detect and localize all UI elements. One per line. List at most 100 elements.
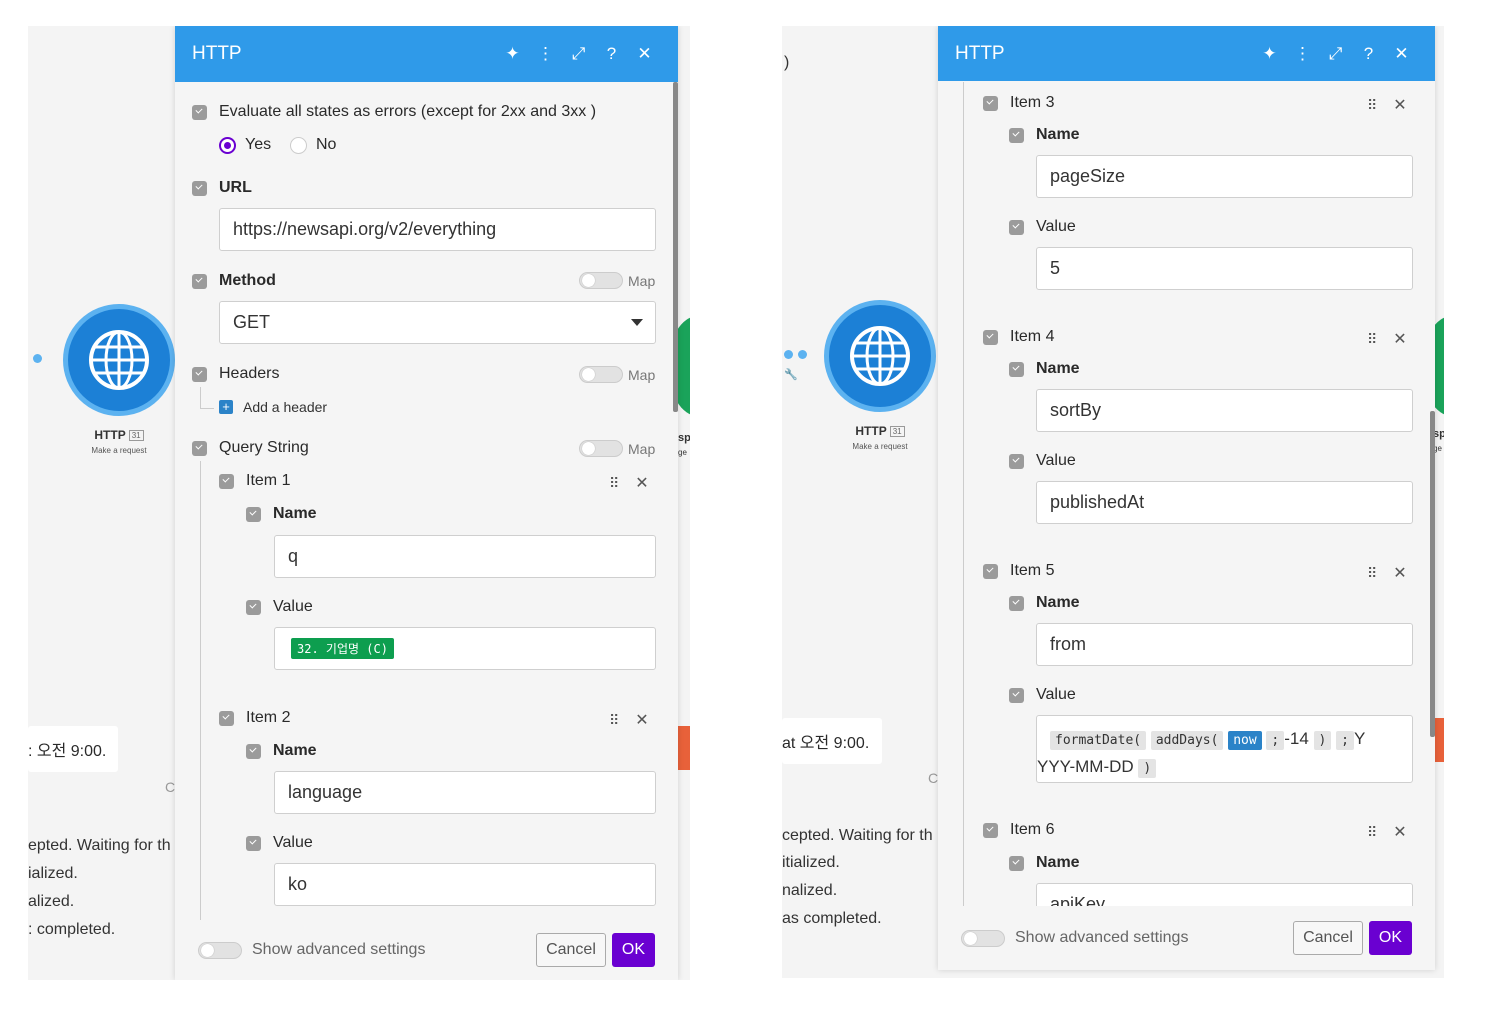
map-label: Map <box>628 440 656 457</box>
http-module-node[interactable] <box>63 304 175 416</box>
drag-grip-icon[interactable]: ⠿ <box>1367 565 1377 582</box>
item3-value-input[interactable]: 5 <box>1036 247 1413 290</box>
method-select[interactable]: GET <box>219 301 656 344</box>
item1-name-input[interactable]: q <box>274 535 656 578</box>
value-label: Value <box>1036 686 1076 703</box>
drag-grip-icon[interactable]: ⠿ <box>609 475 619 492</box>
collapse-checkbox[interactable] <box>219 473 234 489</box>
collapse-checkbox[interactable] <box>246 599 261 615</box>
scrollbar[interactable] <box>673 82 678 412</box>
formula-function[interactable]: addDays( <box>1150 731 1224 750</box>
advanced-settings-toggle[interactable] <box>961 929 1005 947</box>
formula-text: Y <box>1353 729 1366 748</box>
collapse-checkbox[interactable] <box>1009 687 1024 703</box>
scrollbar[interactable] <box>1430 411 1435 737</box>
collapse-checkbox[interactable] <box>192 440 207 456</box>
item1-value-input[interactable]: 32. 기업명 (C) <box>274 627 656 670</box>
collapse-checkbox[interactable] <box>1009 595 1024 611</box>
sparkle-icon[interactable]: ✦ <box>1253 44 1286 64</box>
cancel-button[interactable]: Cancel <box>536 933 606 967</box>
log-line: as completed. <box>782 910 882 927</box>
collapse-checkbox[interactable] <box>192 366 207 382</box>
wrench-icon[interactable]: 🔧 <box>784 368 798 381</box>
radio-no-button[interactable] <box>290 136 307 154</box>
sparkle-icon[interactable]: ✦ <box>496 44 529 64</box>
item1-row: Item 1 <box>219 472 290 490</box>
url-label: URL <box>219 179 252 196</box>
evaluate-errors-row[interactable]: Evaluate all states as errors (except fo… <box>192 103 596 121</box>
remove-icon[interactable]: ✕ <box>1393 329 1406 349</box>
collapse-checkbox[interactable] <box>219 710 234 726</box>
collapse-checkbox[interactable] <box>246 506 261 522</box>
close-icon[interactable]: ✕ <box>628 44 661 64</box>
collapse-checkbox[interactable] <box>983 822 998 838</box>
collapse-checkbox[interactable] <box>1009 127 1024 143</box>
advanced-settings-label: Show advanced settings <box>252 941 426 958</box>
query-map-toggle[interactable]: Map <box>579 440 655 457</box>
remove-icon[interactable]: ✕ <box>1393 563 1406 583</box>
item4-name-row: Name <box>1009 360 1080 378</box>
item4-value-input[interactable]: publishedAt <box>1036 481 1413 524</box>
drag-grip-icon[interactable]: ⠿ <box>1367 97 1377 114</box>
radio-yes-button[interactable] <box>219 136 236 154</box>
map-switch[interactable] <box>579 366 623 383</box>
item6-name-input[interactable]: apiKey <box>1036 883 1413 906</box>
query-string-row: Query String <box>192 439 309 457</box>
expand-icon[interactable]: ⤢ <box>1319 44 1352 64</box>
help-icon[interactable]: ? <box>1352 44 1385 64</box>
collapse-checkbox[interactable] <box>192 273 207 289</box>
collapse-checkbox[interactable] <box>1009 453 1024 469</box>
collapse-checkbox[interactable] <box>983 329 998 345</box>
headers-map-toggle[interactable]: Map <box>579 366 655 383</box>
drag-grip-icon[interactable]: ⠿ <box>1367 824 1377 841</box>
dialog-footer: Show advanced settings Cancel OK <box>938 906 1435 970</box>
ok-button[interactable]: OK <box>611 933 655 967</box>
collapse-checkbox[interactable] <box>983 95 998 111</box>
close-icon[interactable]: ✕ <box>1385 44 1418 64</box>
item5-name-input[interactable]: from <box>1036 623 1413 666</box>
formula-function[interactable]: formatDate( <box>1050 731 1147 750</box>
run-button-edge[interactable] <box>678 726 690 770</box>
collapse-checkbox[interactable] <box>983 563 998 579</box>
collapse-checkbox[interactable] <box>192 180 207 196</box>
http-module-node[interactable] <box>824 300 936 412</box>
drag-grip-icon[interactable]: ⠿ <box>609 712 619 729</box>
collapse-checkbox[interactable] <box>246 743 261 759</box>
collapse-checkbox[interactable] <box>1009 855 1024 871</box>
remove-icon[interactable]: ✕ <box>635 710 648 730</box>
item5-value-formula[interactable]: formatDate( addDays( now ; -14 ) ; Y YYY-MM… <box>1036 715 1413 783</box>
collapse-checkbox[interactable] <box>1009 361 1024 377</box>
remove-icon[interactable]: ✕ <box>635 473 648 493</box>
radio-yes[interactable]: Yes <box>219 136 271 154</box>
collapse-checkbox[interactable] <box>192 104 207 120</box>
item2-value-row: Value <box>246 834 313 852</box>
radio-no-label: No <box>316 136 337 153</box>
collapse-checkbox[interactable] <box>246 835 261 851</box>
help-icon[interactable]: ? <box>595 44 628 64</box>
add-header-button[interactable]: + Add a header <box>219 399 327 415</box>
drag-grip-icon[interactable]: ⠿ <box>1367 331 1377 348</box>
ok-button[interactable]: OK <box>1368 921 1412 955</box>
collapse-checkbox[interactable] <box>1009 219 1024 235</box>
formula-variable[interactable]: now <box>1228 731 1262 750</box>
item2-value-input[interactable]: ko <box>274 863 656 906</box>
globe-icon <box>850 326 910 386</box>
remove-icon[interactable]: ✕ <box>1393 822 1406 842</box>
item3-name-input[interactable]: pageSize <box>1036 155 1413 198</box>
advanced-settings-toggle[interactable] <box>198 941 242 959</box>
cancel-button[interactable]: Cancel <box>1293 921 1363 955</box>
url-input[interactable]: https://newsapi.org/v2/everything <box>219 208 656 251</box>
remove-icon[interactable]: ✕ <box>1393 95 1406 115</box>
mapped-variable-pill[interactable]: 32. 기업명 (C) <box>291 638 394 659</box>
item5-controls: ⠿ ✕ <box>1367 563 1407 583</box>
map-switch[interactable] <box>579 272 623 289</box>
item2-name-input[interactable]: language <box>274 771 656 814</box>
expand-icon[interactable]: ⤢ <box>562 44 595 64</box>
method-map-toggle[interactable]: Map <box>579 272 655 289</box>
item1-name-row: Name <box>246 505 317 523</box>
item4-name-input[interactable]: sortBy <box>1036 389 1413 432</box>
radio-no[interactable]: No <box>290 136 336 154</box>
map-switch[interactable] <box>579 440 623 457</box>
more-vertical-icon[interactable]: ⋮ <box>1286 44 1319 64</box>
more-vertical-icon[interactable]: ⋮ <box>529 44 562 64</box>
